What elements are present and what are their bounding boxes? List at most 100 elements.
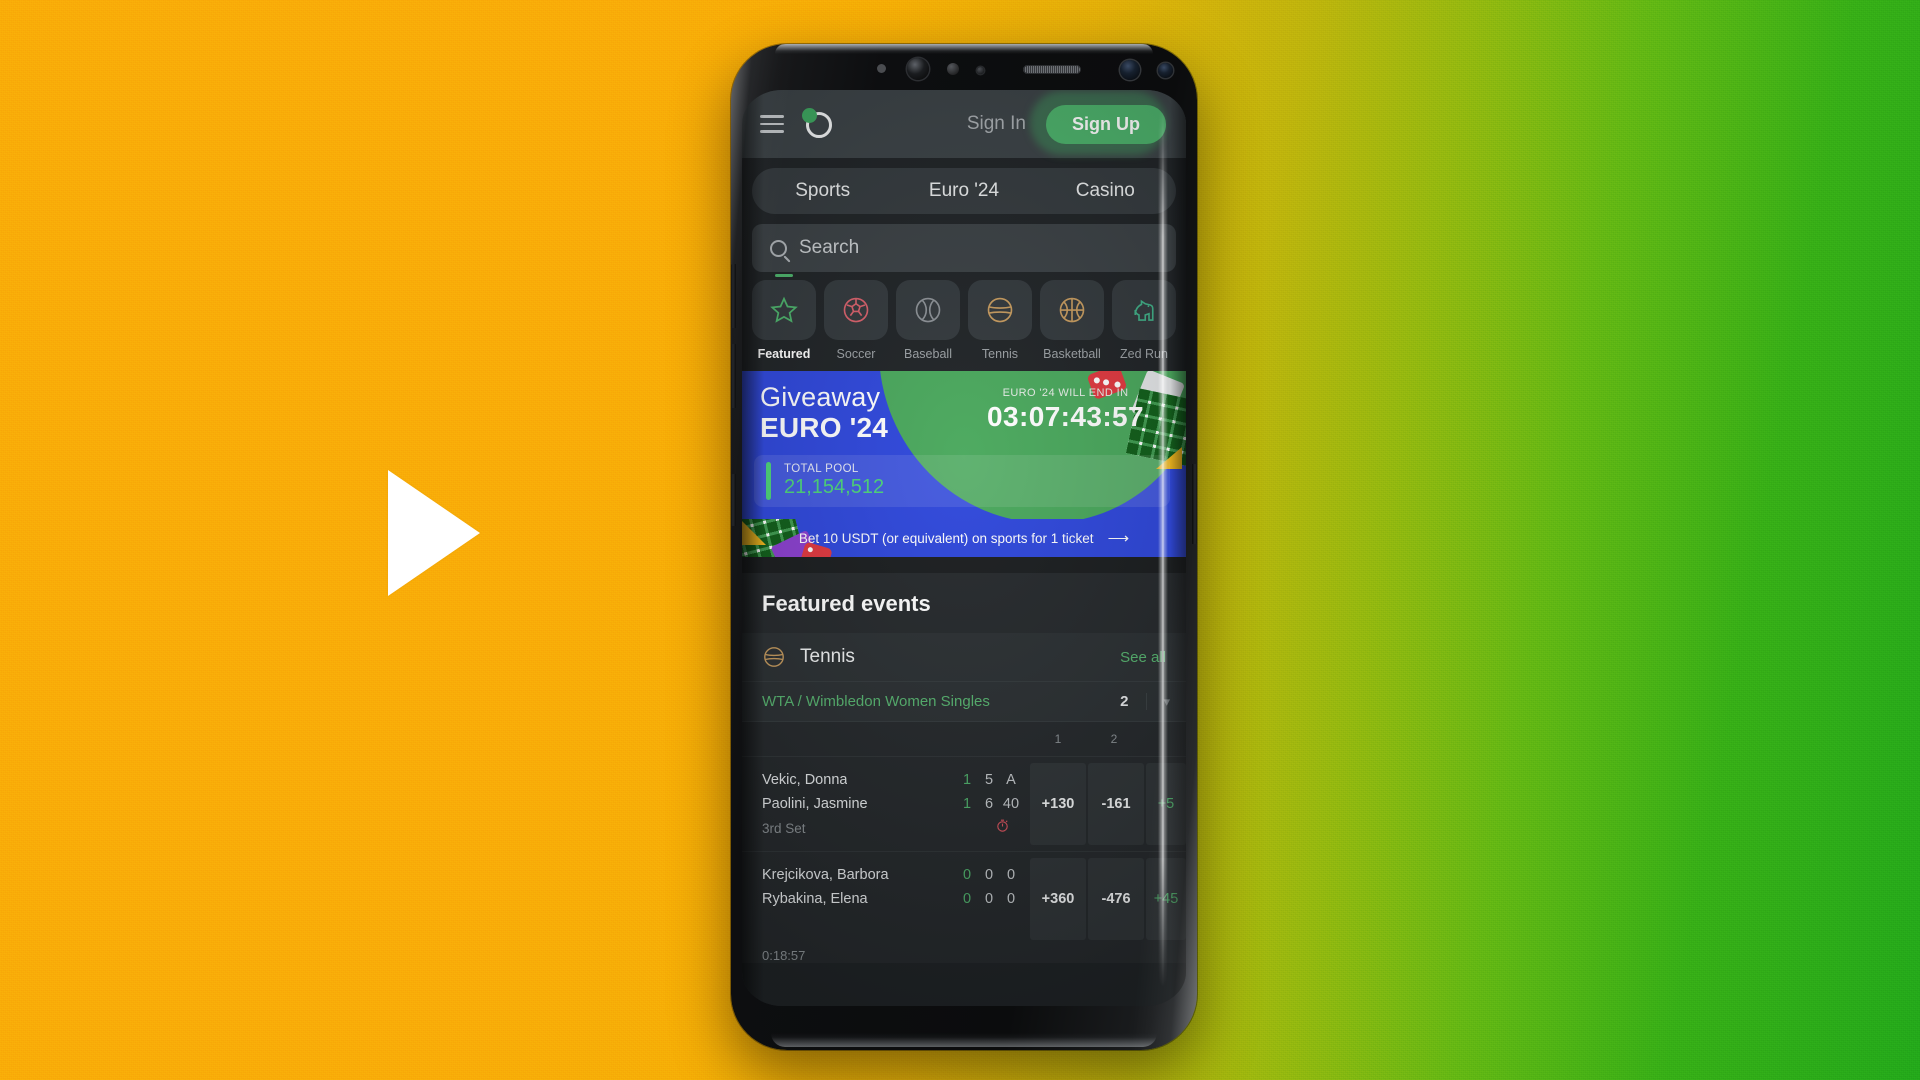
category-basketball-tile[interactable] (1040, 280, 1104, 340)
category-tennis-tile[interactable] (968, 280, 1032, 340)
earpiece-speaker-icon (1023, 65, 1081, 74)
tennis-ball-icon (987, 297, 1013, 323)
see-all-link[interactable]: See all (1120, 649, 1166, 666)
category-basketball-label: Basketball (1043, 347, 1101, 361)
phone-mockup: Sign In Sign Up Sports Euro '24 Casino S… (731, 44, 1197, 1050)
match-status-row: 3rd Set (762, 816, 1030, 840)
odds-column-header: 1 2 (742, 722, 1186, 756)
category-baseball[interactable]: Baseball (896, 280, 960, 361)
total-pool-label: TOTAL POOL (784, 463, 859, 475)
sport-group-header: Tennis See all (742, 633, 1186, 681)
sport-categories[interactable]: Featured Soccer Baseball Tennis Basketba… (742, 272, 1186, 361)
player1-scores: 0 0 0 (956, 867, 1030, 883)
odds-group: +360 -476 +45 (1030, 852, 1186, 946)
score-set: 0 (962, 891, 972, 907)
category-baseball-tile[interactable] (896, 280, 960, 340)
odds-button-3[interactable]: +5 (1146, 763, 1186, 845)
league-title: Wimbledon Women Singles (805, 693, 990, 710)
assistant-button[interactable] (731, 474, 736, 526)
score-game: 6 (984, 796, 994, 812)
volume-up-button[interactable] (731, 264, 736, 328)
column-label-1: 1 (1054, 732, 1062, 746)
category-tennis-label: Tennis (981, 347, 1019, 361)
countdown: EURO '24 WILL END IN 03:07:43:57 (987, 387, 1144, 433)
category-featured[interactable]: Featured (752, 274, 816, 361)
brand-logo-icon[interactable] (802, 107, 836, 141)
league-row[interactable]: WTA / Wimbledon Women Singles 2 ▾ (742, 681, 1186, 722)
hamburger-menu-icon[interactable] (760, 115, 784, 133)
table-row[interactable]: Vekic, Donna 1 5 A Paolini, Jasmine 1 6 … (742, 756, 1186, 851)
match-player2-row: Paolini, Jasmine 1 6 40 (762, 792, 1030, 816)
tab-euro24[interactable]: Euro '24 (893, 180, 1034, 202)
category-zed-run[interactable]: Zed Run (1112, 280, 1176, 361)
player-name: Paolini, Jasmine (762, 796, 868, 812)
player-name: Krejcikova, Barbora (762, 867, 889, 883)
total-pool-value: 21,154,512 (784, 476, 885, 498)
search-placeholder: Search (799, 237, 860, 258)
search-icon (770, 239, 787, 257)
odds-button-1[interactable]: +130 (1030, 763, 1086, 845)
score-point: 0 (1006, 891, 1016, 907)
league-org: WTA (762, 693, 794, 710)
category-basketball[interactable]: Basketball (1040, 280, 1104, 361)
category-soccer-label: Soccer (836, 347, 876, 361)
tab-casino[interactable]: Casino (1035, 180, 1176, 202)
banner-cta[interactable]: Bet 10 USDT (or equivalent) on sports fo… (742, 519, 1186, 557)
match-info: Vekic, Donna 1 5 A Paolini, Jasmine 1 6 … (742, 757, 1030, 851)
player1-scores: 1 5 A (956, 772, 1030, 788)
app-header: Sign In Sign Up (742, 90, 1186, 158)
sign-in-button[interactable]: Sign In (967, 113, 1026, 135)
league-name: WTA / Wimbledon Women Singles (762, 693, 990, 710)
score-set: 1 (962, 772, 972, 788)
match-status-row (762, 911, 1030, 935)
category-zed-run-label: Zed Run (1120, 347, 1168, 361)
front-camera-icon (907, 58, 929, 80)
player-name: Vekic, Donna (762, 772, 848, 788)
page-title: Featured events (762, 591, 931, 616)
timer-icon (995, 818, 1030, 838)
odds-button-3[interactable]: +45 (1146, 858, 1186, 940)
odds-button-2[interactable]: -161 (1088, 763, 1144, 845)
match-status: 3rd Set (762, 820, 806, 836)
score-game: 0 (984, 891, 994, 907)
iris-scanner-icon (947, 63, 959, 75)
light-sensor-icon (877, 64, 886, 73)
banner-title-line1: Giveaway (760, 382, 881, 412)
sport-name: Tennis (800, 646, 855, 667)
category-soccer[interactable]: Soccer (824, 280, 888, 361)
betting-app: Sign In Sign Up Sports Euro '24 Casino S… (742, 90, 1186, 1006)
category-featured-tile[interactable] (752, 274, 816, 340)
chevron-down-icon[interactable]: ▾ (1147, 694, 1170, 710)
countdown-label: EURO '24 WILL END IN (1002, 387, 1129, 399)
search-input[interactable]: Search (752, 224, 1176, 272)
table-row[interactable]: Krejcikova, Barbora 0 0 0 Rybakina, Elen… (742, 851, 1186, 946)
volume-down-button[interactable] (731, 344, 736, 408)
category-zed-run-tile[interactable] (1112, 280, 1176, 340)
power-button[interactable] (1192, 464, 1197, 544)
odds-button-2[interactable]: -476 (1088, 858, 1144, 940)
league-separator: / (797, 693, 802, 710)
banner-titles: Giveaway EURO '24 (760, 382, 889, 444)
banner-title-line2: EURO '24 (760, 412, 889, 444)
tab-sports[interactable]: Sports (752, 180, 893, 202)
category-soccer-tile[interactable] (824, 280, 888, 340)
sign-up-button[interactable]: Sign Up (1046, 104, 1166, 144)
player2-scores: 1 6 40 (956, 796, 1030, 812)
baseball-icon (915, 297, 941, 323)
score-point: 0 (1006, 867, 1016, 883)
giveaway-banner[interactable]: Giveaway EURO '24 EURO '24 WILL END IN 0… (742, 371, 1186, 519)
odds-button-1[interactable]: +360 (1030, 858, 1086, 940)
match-time-clipped: 0:18:57 (742, 946, 1186, 963)
sign-up-button-wrapper: Sign Up (1030, 90, 1166, 155)
sport-group-tennis: Tennis See all WTA / Wimbledon Women Sin… (742, 633, 1186, 963)
play-button[interactable] (388, 470, 480, 596)
column-label-2: 2 (1110, 732, 1118, 746)
countdown-value: 03:07:43:57 (987, 401, 1144, 432)
category-tennis[interactable]: Tennis (968, 280, 1032, 361)
match-info: Krejcikova, Barbora 0 0 0 Rybakina, Elen… (742, 852, 1030, 946)
match-player1-row: Vekic, Donna 1 5 A (762, 768, 1030, 792)
phone-screen: Sign In Sign Up Sports Euro '24 Casino S… (742, 90, 1186, 1006)
match-player1-row: Krejcikova, Barbora 0 0 0 (762, 863, 1030, 887)
tennis-ball-icon (764, 647, 784, 667)
match-player2-row: Rybakina, Elena 0 0 0 (762, 887, 1030, 911)
